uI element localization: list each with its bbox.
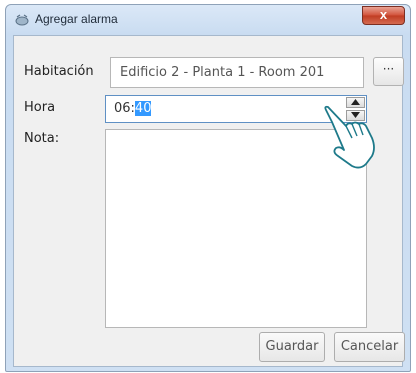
window-title: Agregar alarma [35, 12, 118, 26]
browse-room-button[interactable]: ··· [373, 57, 404, 86]
alarm-app-icon [15, 14, 29, 26]
close-button[interactable]: x [362, 6, 405, 25]
time-hours: 06: [114, 101, 135, 116]
ellipsis-icon: ··· [382, 62, 395, 76]
room-field[interactable]: Edificio 2 - Planta 1 - Room 201 [110, 57, 364, 88]
save-button[interactable]: Guardar [259, 332, 325, 362]
cancel-button[interactable]: Cancelar [334, 332, 405, 362]
time-label: Hora [24, 100, 56, 115]
hand-pointer-icon [324, 105, 375, 169]
note-label: Nota: [24, 131, 60, 146]
close-icon: x [379, 7, 388, 22]
room-value: Edificio 2 - Planta 1 - Room 201 [120, 65, 325, 80]
dialog-body: Habitación Edificio 2 - Planta 1 - Room … [13, 35, 405, 367]
title-bar[interactable]: Agregar alarma x [6, 5, 410, 35]
dialog-window: Agregar alarma x Habitación Edificio 2 -… [5, 4, 411, 372]
time-minutes-selected: 40 [134, 101, 152, 116]
room-label: Habitación [24, 64, 94, 79]
